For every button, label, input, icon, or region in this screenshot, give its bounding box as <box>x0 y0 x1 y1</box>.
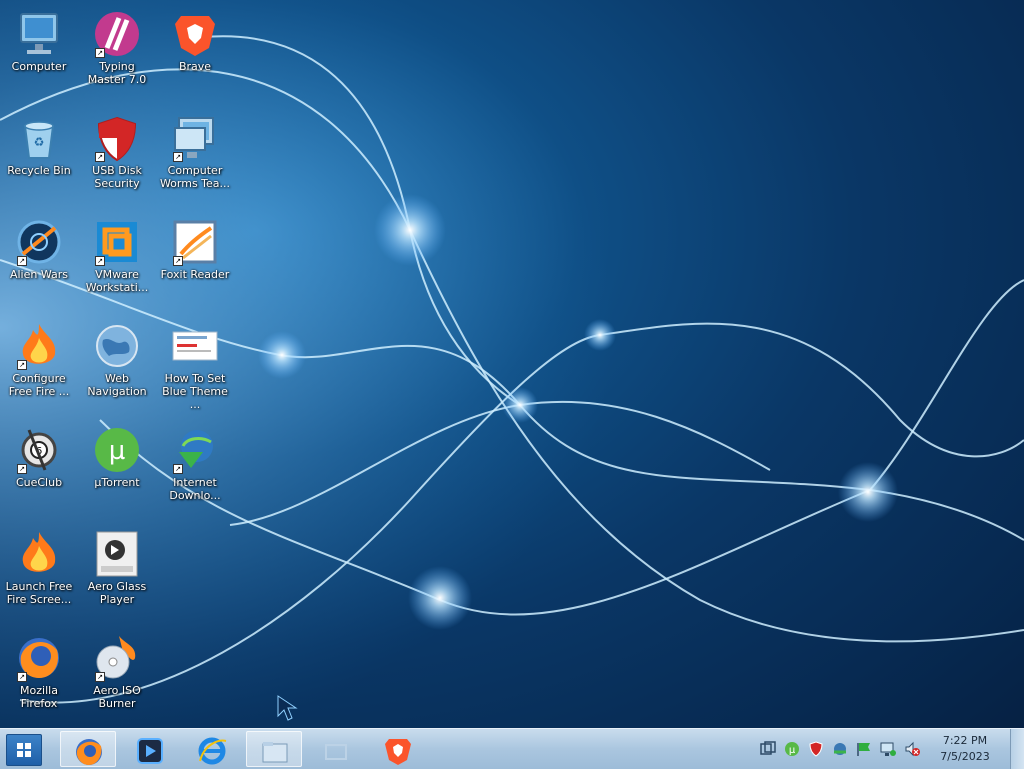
desktop-icon-aero-glass-player[interactable]: Aero Glass Player <box>78 524 156 622</box>
shortcut-arrow-icon: ↗ <box>173 464 183 474</box>
flag-icon[interactable] <box>856 741 872 757</box>
alien-wars-icon: ↗ <box>15 218 63 266</box>
desktop-icon-vmware[interactable]: ↗ VMware Workstati... <box>78 212 156 310</box>
action-center-icon[interactable] <box>760 741 776 757</box>
desktop-icon-label: Recycle Bin <box>7 164 71 177</box>
desktop-icon-label: USB Disk Security <box>92 164 142 190</box>
file-explorer-icon <box>262 742 288 763</box>
svg-text:µ: µ <box>109 436 126 466</box>
taskbar-blank-window-button[interactable] <box>308 731 364 767</box>
desktop-icon-label: Aero Glass Player <box>87 580 147 606</box>
computer-icon: ↗ <box>171 114 219 162</box>
shortcut-arrow-icon: ↗ <box>17 256 27 266</box>
desktop-icon-computer[interactable]: Computer <box>0 4 78 102</box>
start-button[interactable] <box>6 734 42 766</box>
desktop-icon-label: How To Set Blue Theme ... <box>162 372 228 411</box>
desktop-icon-label: Brave <box>178 60 212 73</box>
desktop-icon-label: Computer Worms Tea... <box>159 164 231 190</box>
clock-time: 7:22 PM <box>942 734 988 747</box>
desktop-icon-launch-free-fire[interactable]: Launch Free Fire Scree... <box>0 524 78 622</box>
mouse-cursor-icon <box>277 695 298 721</box>
document-thumbnail-icon <box>171 322 219 370</box>
shield-icon: ↗ <box>93 114 141 162</box>
desktop-icon-label: Internet Downlo... <box>169 476 221 502</box>
shortcut-arrow-icon: ↗ <box>95 152 105 162</box>
internet-download-manager-icon: ↗ <box>171 426 219 474</box>
desktop-icon-label: Computer <box>11 60 67 73</box>
firefox-icon <box>76 739 102 765</box>
desktop-icon-alien-wars[interactable]: ↗ Alien Wars <box>0 212 78 310</box>
brave-icon <box>171 10 219 58</box>
shortcut-arrow-icon: ↗ <box>17 672 27 682</box>
shortcut-arrow-icon: ↗ <box>95 48 105 58</box>
desktop: Computer ♻ Recycle Bin ↗ Alien Wars ↗ Co… <box>0 0 1024 728</box>
desktop-icon-label: Aero ISO Burner <box>93 684 141 710</box>
show-desktop-button[interactable] <box>1010 729 1024 769</box>
desktop-icon-aero-iso-burner[interactable]: ↗ Aero ISO Burner <box>78 628 156 726</box>
taskbar-file-explorer-button[interactable] <box>246 731 302 767</box>
utorrent-icon[interactable]: µ <box>784 741 800 757</box>
usb-security-icon[interactable] <box>808 741 824 757</box>
taskbar-firefox-button[interactable] <box>60 731 116 767</box>
network-globe-icon[interactable] <box>832 741 848 757</box>
media-player-icon <box>137 738 163 764</box>
desktop-icon-internet-download[interactable]: ↗ Internet Downlo... <box>156 420 234 518</box>
desktop-icon-computer-worms[interactable]: ↗ Computer Worms Tea... <box>156 108 234 206</box>
desktop-icon-utorrent[interactable]: µ µTorrent <box>78 420 156 518</box>
desktop-icon-label: Typing Master 7.0 <box>87 60 147 86</box>
desktop-icon-usb-disk-security[interactable]: ↗ USB Disk Security <box>78 108 156 206</box>
recycle-bin-icon: ♻ <box>15 114 63 162</box>
utorrent-icon: µ <box>93 426 141 474</box>
desktop-icon-configure-free-fire[interactable]: ↗ Configure Free Fire ... <box>0 316 78 414</box>
vmware-icon: ↗ <box>93 218 141 266</box>
network-icon[interactable] <box>880 741 896 757</box>
disc-burner-icon: ↗ <box>93 634 141 682</box>
desktop-icon-label: Configure Free Fire ... <box>8 372 70 398</box>
desktop-icon-label: Alien Wars <box>9 268 69 281</box>
shortcut-arrow-icon: ↗ <box>173 152 183 162</box>
shortcut-arrow-icon: ↗ <box>95 256 105 266</box>
blank-window-icon <box>325 744 347 760</box>
desktop-icon-label: Web Navigation <box>87 372 147 398</box>
desktop-icon-how-to-set-blue-theme[interactable]: How To Set Blue Theme ... <box>156 316 234 414</box>
taskbar-brave-button[interactable] <box>370 731 426 767</box>
desktop-icon-brave[interactable]: Brave <box>156 4 234 102</box>
taskbar: µ 7:22 PM 7/5/2023 <box>0 728 1024 769</box>
volume-muted-icon[interactable] <box>904 741 920 757</box>
desktop-icon-foxit-reader[interactable]: ↗ Foxit Reader <box>156 212 234 310</box>
svg-text:♻: ♻ <box>34 135 45 149</box>
windows-logo-icon <box>17 743 31 757</box>
foxit-reader-icon: ↗ <box>171 218 219 266</box>
desktop-icon-web-navigation[interactable]: Web Navigation <box>78 316 156 414</box>
shortcut-arrow-icon: ↗ <box>95 672 105 682</box>
clock-date: 7/5/2023 <box>940 750 990 763</box>
shortcut-arrow-icon: ↗ <box>17 464 27 474</box>
internet-explorer-icon <box>198 737 227 765</box>
desktop-icon-recycle-bin[interactable]: ♻ Recycle Bin <box>0 108 78 206</box>
svg-text:µ: µ <box>789 745 796 756</box>
desktop-icon-cueclub[interactable]: 6 ↗ CueClub <box>0 420 78 518</box>
taskbar-internet-explorer-button[interactable] <box>184 731 240 767</box>
shortcut-arrow-icon: ↗ <box>173 256 183 266</box>
desktop-icon-label: Launch Free Fire Scree... <box>5 580 73 606</box>
desktop-icon-label: µTorrent <box>94 476 140 489</box>
media-player-icon <box>93 530 141 578</box>
flame-icon: ↗ <box>15 322 63 370</box>
brave-icon <box>385 739 411 765</box>
flame-icon <box>15 530 63 578</box>
desktop-icon-label: Mozilla Firefox <box>20 684 58 710</box>
desktop-icon-mozilla-firefox[interactable]: ↗ Mozilla Firefox <box>0 628 78 726</box>
computer-icon <box>15 10 63 58</box>
desktop-icon-typing-master[interactable]: ↗ Typing Master 7.0 <box>78 4 156 102</box>
typing-master-icon: ↗ <box>93 10 141 58</box>
firefox-icon: ↗ <box>15 634 63 682</box>
desktop-icon-label: VMware Workstati... <box>85 268 149 294</box>
taskbar-media-player-button[interactable] <box>122 731 178 767</box>
taskbar-clock[interactable]: 7:22 PM 7/5/2023 <box>930 733 1000 765</box>
cueclub-icon: 6 ↗ <box>15 426 63 474</box>
shortcut-arrow-icon: ↗ <box>17 360 27 370</box>
desktop-icon-label: Foxit Reader <box>160 268 230 281</box>
desktop-icon-label: CueClub <box>15 476 63 489</box>
globe-icon <box>93 322 141 370</box>
